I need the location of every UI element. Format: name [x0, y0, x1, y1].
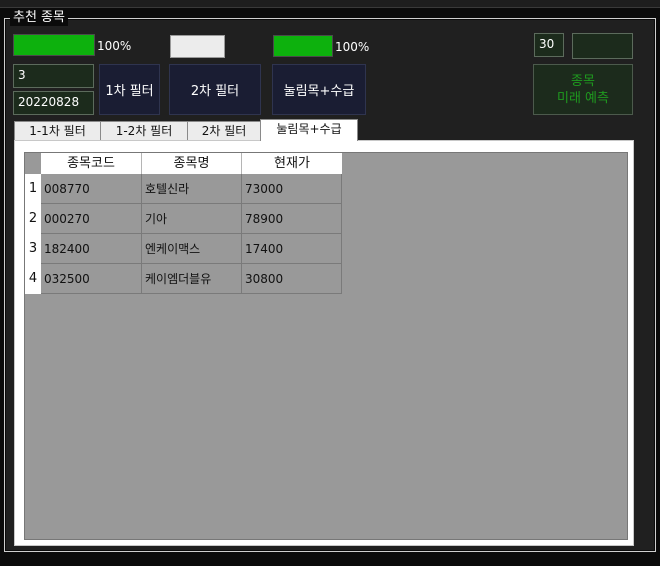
row-header[interactable]: 3 [25, 234, 41, 264]
progress-bar-2-fill [274, 36, 332, 56]
table-cell-name[interactable]: 기아 [142, 204, 242, 234]
table-cell-code[interactable]: 032500 [41, 264, 142, 294]
table-cell-code[interactable]: 000270 [41, 204, 142, 234]
progress-2-label: 100% [335, 40, 370, 54]
filter2-button[interactable]: 2차 필터 [169, 64, 261, 115]
row-header[interactable]: 1 [25, 174, 41, 204]
count-input[interactable]: 3 [13, 64, 94, 88]
window-top-strip [0, 0, 660, 8]
predict-button[interactable]: 종목 미래 예측 [533, 64, 633, 115]
tab-filter-1-2[interactable]: 1-2차 필터 [100, 121, 188, 140]
tab-filter-2[interactable]: 2차 필터 [187, 121, 261, 140]
status-box [170, 35, 225, 58]
filter1-button[interactable]: 1차 필터 [99, 64, 160, 115]
column-header-code[interactable]: 종목코드 [41, 153, 142, 174]
row-header[interactable]: 2 [25, 204, 41, 234]
row-header[interactable]: 4 [25, 264, 41, 294]
aux-input[interactable] [572, 33, 633, 59]
grid-corner [25, 153, 41, 174]
progress-bar-1-fill [14, 35, 94, 55]
table-cell-name[interactable]: 케이엠더블유 [142, 264, 242, 294]
tab-filter-1-1[interactable]: 1-1차 필터 [14, 121, 101, 140]
table-cell-price[interactable]: 17400 [242, 234, 342, 264]
progress-bar-1 [13, 34, 95, 56]
table-cell-price[interactable]: 30800 [242, 264, 342, 294]
pullback-supply-button[interactable]: 눌림목+수급 [272, 64, 366, 115]
table-cell-code[interactable]: 182400 [41, 234, 142, 264]
table-cell-code[interactable]: 008770 [41, 174, 142, 204]
progress-1-label: 100% [97, 39, 132, 53]
predict-button-line1: 종목 [571, 73, 595, 89]
predict-button-line2: 미래 예측 [557, 90, 609, 106]
column-header-price[interactable]: 현재가 [242, 153, 342, 174]
days-input[interactable]: 30 [534, 33, 564, 57]
tab-pullback-supply[interactable]: 눌림목+수급 [260, 119, 358, 141]
group-title: 추천 종목 [10, 10, 68, 26]
progress-bar-2 [273, 35, 333, 57]
table-cell-name[interactable]: 엔케이맥스 [142, 234, 242, 264]
table-cell-price[interactable]: 78900 [242, 204, 342, 234]
table-cell-name[interactable]: 호텔신라 [142, 174, 242, 204]
date-input[interactable]: 20220828 [13, 91, 94, 115]
table-cell-price[interactable]: 73000 [242, 174, 342, 204]
column-header-name[interactable]: 종목명 [142, 153, 242, 174]
